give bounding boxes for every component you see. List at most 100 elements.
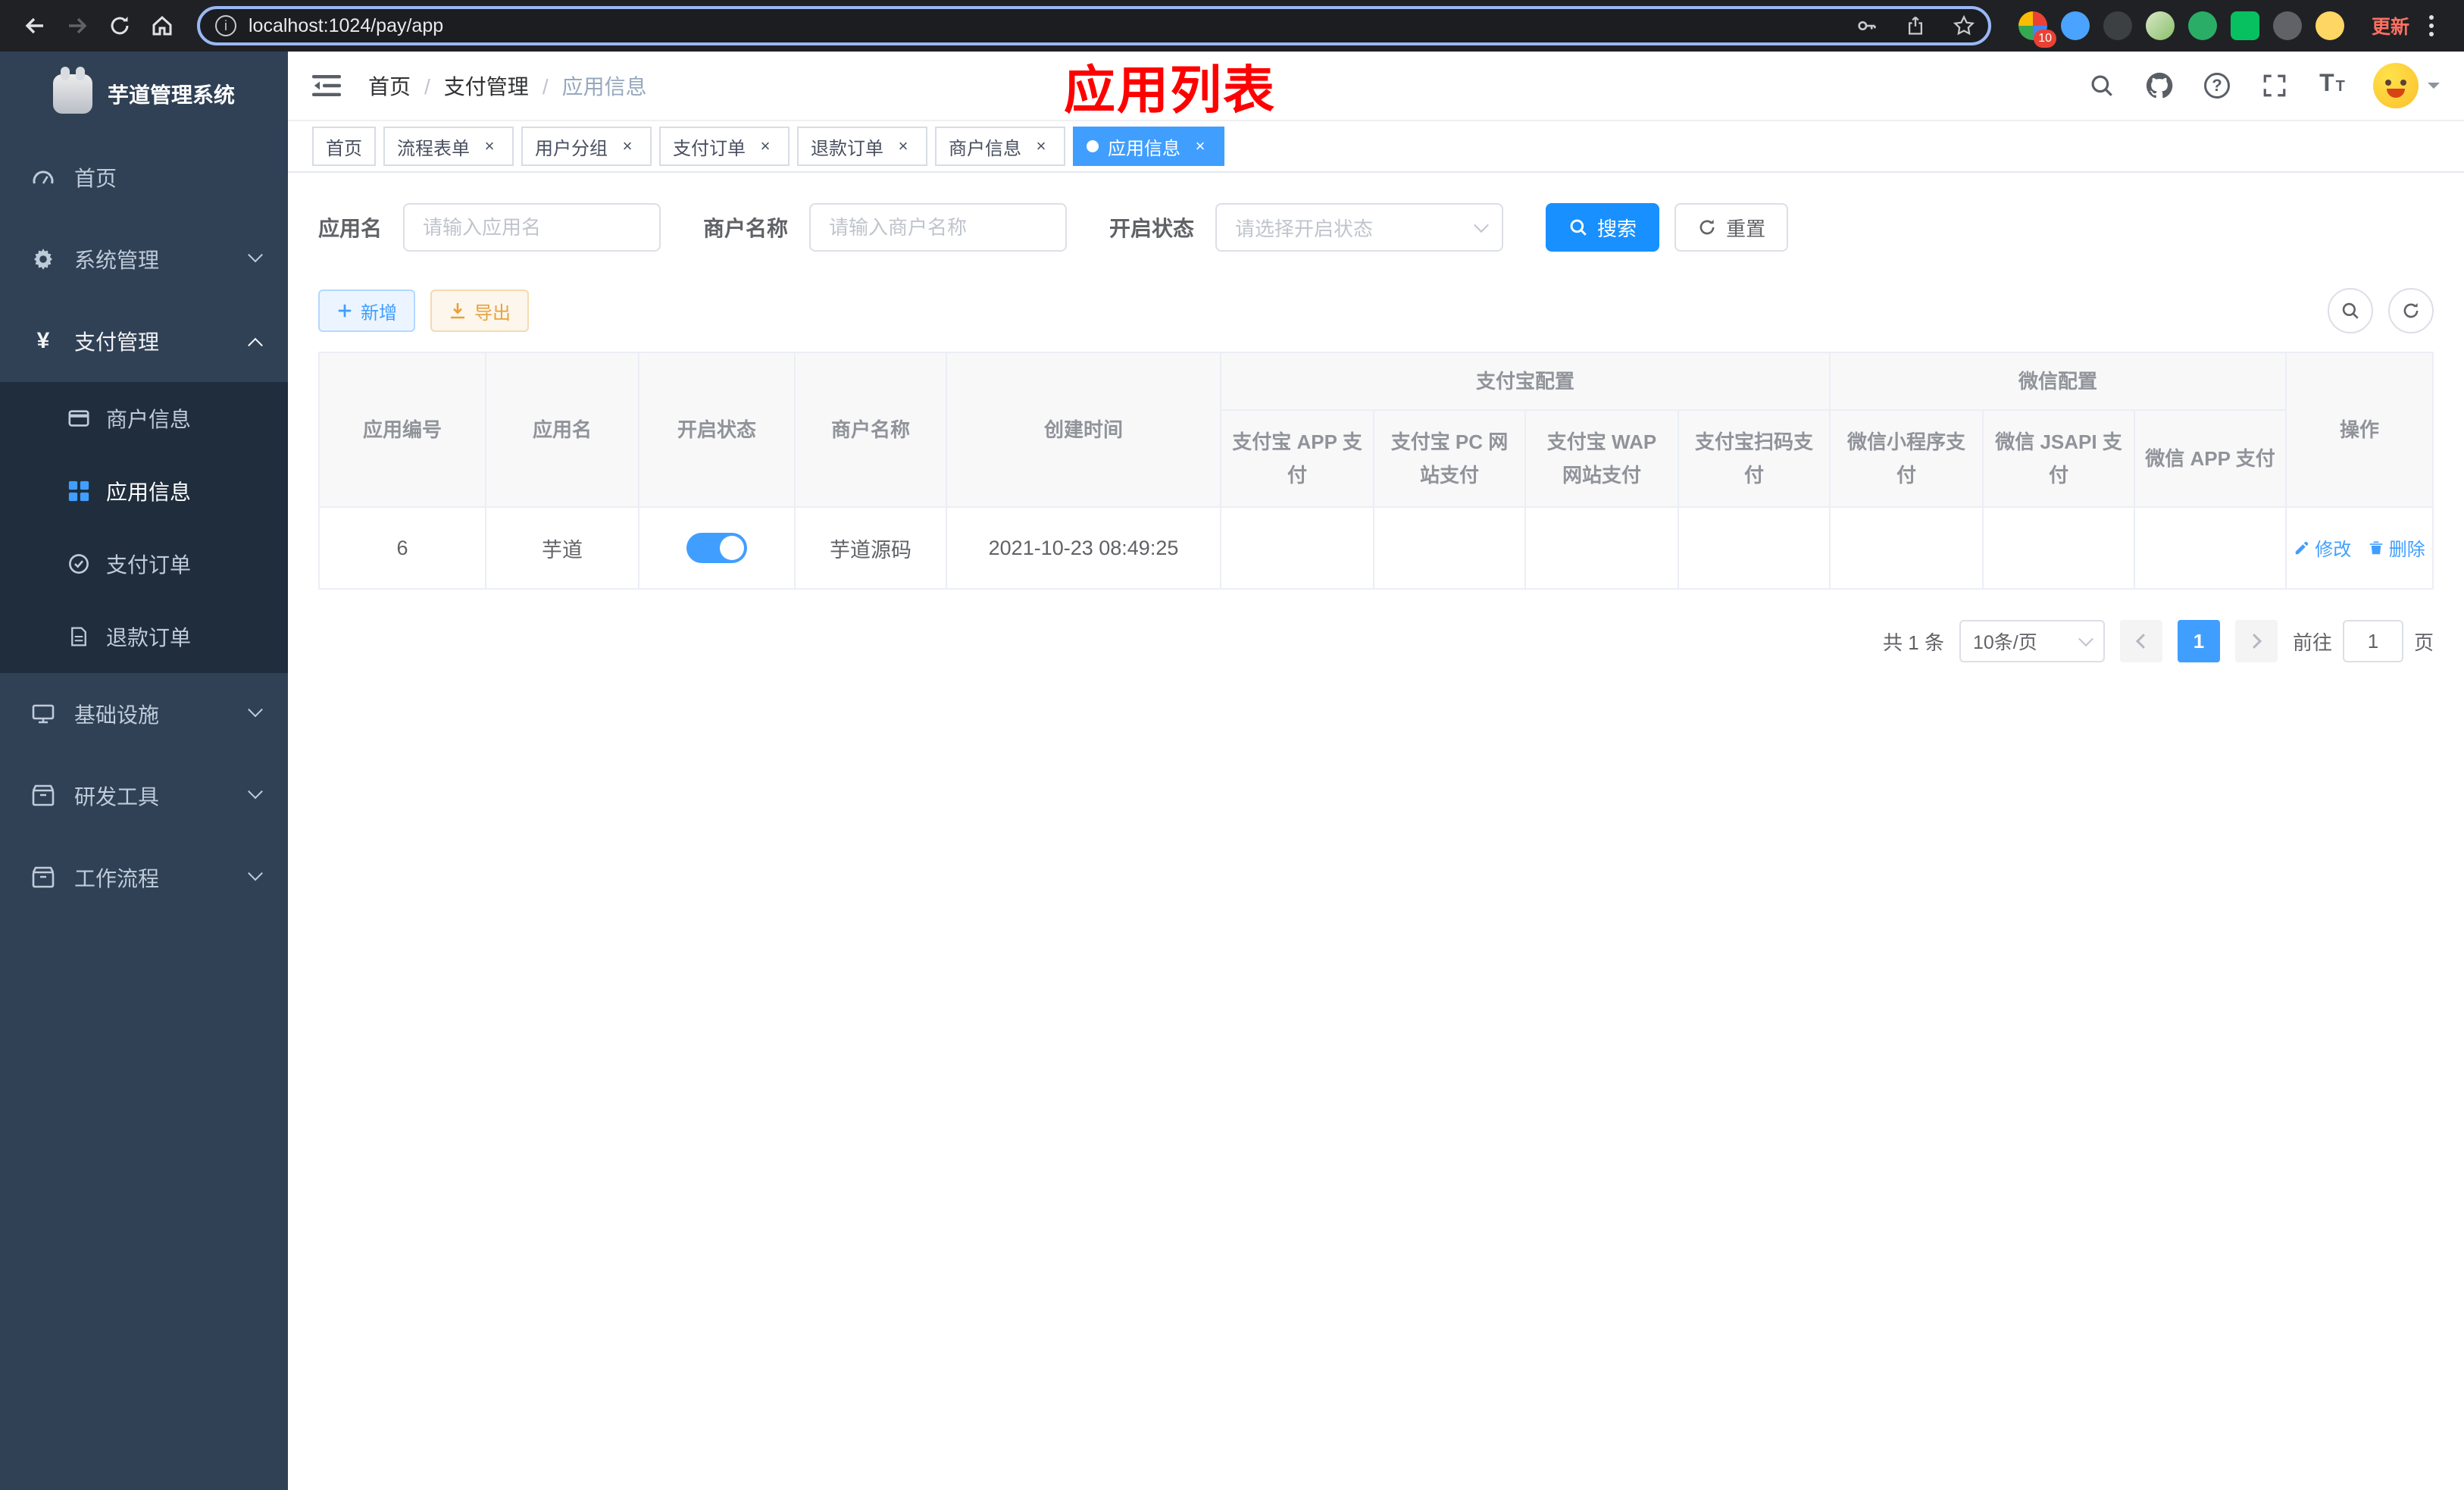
share-icon[interactable] xyxy=(1897,8,1934,44)
app-title: 芋道管理系统 xyxy=(107,83,235,107)
site-info-icon[interactable] xyxy=(215,15,236,36)
collapse-sidebar-icon[interactable] xyxy=(312,74,341,98)
col-group-wechat: 微信配置 xyxy=(1829,352,2287,411)
extension-dark-icon[interactable] xyxy=(2103,11,2132,40)
page-size-select[interactable]: 10条/页 xyxy=(1959,620,2105,662)
extension-drop-icon[interactable] xyxy=(2060,11,2090,40)
sidebar-item-label: 应用信息 xyxy=(106,480,192,504)
forward-icon[interactable] xyxy=(58,6,97,45)
navbar-actions xyxy=(2085,63,2440,108)
search-button[interactable]: 搜索 xyxy=(1546,203,1660,252)
cell-status xyxy=(638,506,796,590)
close-icon[interactable] xyxy=(755,136,776,157)
app-name-label: 应用名 xyxy=(318,217,383,240)
col-app-name: 应用名 xyxy=(485,352,639,508)
tab-home[interactable]: 首页 xyxy=(312,127,376,166)
edit-link[interactable]: 修改 xyxy=(2294,534,2351,561)
refresh-icon[interactable] xyxy=(100,6,139,45)
page-annotation: 应用列表 xyxy=(1063,61,1277,120)
tab-merchant-info[interactable]: 商户信息 xyxy=(935,127,1065,166)
tab-process-form[interactable]: 流程表单 xyxy=(383,127,514,166)
next-page-button[interactable] xyxy=(2234,620,2278,662)
sidebar-item-merchant-info[interactable]: 商户信息 xyxy=(0,382,288,455)
extension-green-icon[interactable] xyxy=(2187,11,2217,40)
sidebar-item-workflow[interactable]: 工作流程 xyxy=(0,837,288,919)
status-select[interactable]: 请选择开启状态 xyxy=(1215,203,1504,252)
sidebar: 芋道管理系统 首页 系统管理 支付管理 xyxy=(0,52,288,1490)
extension-puzzle-icon[interactable]: 10 xyxy=(2018,11,2056,48)
col-app-id: 应用编号 xyxy=(318,352,486,508)
add-button[interactable]: 新增 xyxy=(318,290,415,332)
sidebar-logo[interactable]: 芋道管理系统 xyxy=(0,52,288,136)
tab-refund-order[interactable]: 退款订单 xyxy=(797,127,927,166)
github-icon[interactable] xyxy=(2143,69,2176,102)
sidebar-item-label: 首页 xyxy=(74,167,117,190)
password-key-icon[interactable] xyxy=(1849,8,1885,44)
extension-avatar-icon[interactable] xyxy=(2145,11,2175,40)
sidebar-item-infra[interactable]: 基础设施 xyxy=(0,673,288,755)
goto-page-input[interactable] xyxy=(2342,620,2403,662)
refresh-table-button[interactable] xyxy=(2388,288,2434,333)
reset-button[interactable]: 重置 xyxy=(1674,203,1789,252)
sidebar-item-pay-order[interactable]: 支付订单 xyxy=(0,527,288,600)
extension-puzzle2-icon[interactable] xyxy=(2272,11,2302,40)
merchant-name-input[interactable] xyxy=(809,203,1068,252)
delete-link[interactable]: 删除 xyxy=(2368,534,2425,561)
close-icon[interactable] xyxy=(1190,136,1211,157)
monitor-icon xyxy=(30,701,56,727)
page-number-button[interactable]: 1 xyxy=(2177,620,2220,662)
toolbox-icon xyxy=(30,783,56,809)
close-icon[interactable] xyxy=(617,136,638,157)
export-button[interactable]: 导出 xyxy=(430,290,529,332)
application-window: localhost:1024/pay/app 10 更新 xyxy=(0,0,2464,1490)
sidebar-item-system[interactable]: 系统管理 xyxy=(0,218,288,300)
cell-app-name: 芋道 xyxy=(485,506,639,590)
toggle-search-button[interactable] xyxy=(2328,288,2373,333)
edit-link-label: 修改 xyxy=(2315,540,2352,561)
close-icon[interactable] xyxy=(1030,136,1052,157)
tab-user-group[interactable]: 用户分组 xyxy=(521,127,652,166)
breadcrumb-section[interactable]: 支付管理 xyxy=(444,70,562,101)
app-name-input[interactable] xyxy=(403,203,661,252)
breadcrumb-current: 应用信息 xyxy=(561,75,647,99)
browser-update-button[interactable]: 更新 xyxy=(2359,6,2422,45)
sidebar-item-app-info[interactable]: 应用信息 xyxy=(0,455,288,527)
close-icon[interactable] xyxy=(479,136,500,157)
search-icon[interactable] xyxy=(2085,69,2118,102)
extension-note-icon[interactable] xyxy=(2230,11,2259,40)
address-bar[interactable]: localhost:1024/pay/app xyxy=(197,6,1991,45)
bookmark-star-icon[interactable] xyxy=(1946,8,1982,44)
chevron-down-icon xyxy=(2078,631,2093,647)
sidebar-item-label: 支付管理 xyxy=(74,330,160,354)
col-action: 操作 xyxy=(2285,352,2434,508)
status-label: 开启状态 xyxy=(1109,217,1195,240)
breadcrumb-home[interactable]: 首页 xyxy=(368,70,444,101)
yen-icon xyxy=(30,328,56,354)
user-menu[interactable] xyxy=(2373,63,2440,108)
fullscreen-icon[interactable] xyxy=(2258,69,2291,102)
caret-down-icon xyxy=(2428,83,2440,95)
export-button-label: 导出 xyxy=(474,302,511,324)
tab-app-info[interactable]: 应用信息 xyxy=(1073,127,1224,166)
close-icon[interactable] xyxy=(893,136,914,157)
sidebar-item-label: 研发工具 xyxy=(74,785,160,809)
grid-icon xyxy=(67,479,91,503)
reset-button-label: 重置 xyxy=(1726,217,1766,240)
merchant-name-label: 商户名称 xyxy=(703,217,789,240)
sidebar-item-payment[interactable]: 支付管理 xyxy=(0,300,288,382)
table-toolbar: 新增 导出 xyxy=(318,288,2434,333)
sidebar-item-refund-order[interactable]: 退款订单 xyxy=(0,600,288,673)
tab-pay-order[interactable]: 支付订单 xyxy=(659,127,790,166)
help-icon[interactable] xyxy=(2200,69,2234,102)
tab-label: 支付订单 xyxy=(673,138,746,159)
sidebar-item-home[interactable]: 首页 xyxy=(0,136,288,218)
font-size-icon[interactable] xyxy=(2315,69,2349,102)
prev-page-button[interactable] xyxy=(2119,620,2162,662)
home-icon[interactable] xyxy=(142,6,182,45)
col-alipay-wap: 支付宝 WAP 网站支付 xyxy=(1524,409,1679,508)
sidebar-item-devtools[interactable]: 研发工具 xyxy=(0,755,288,837)
browser-menu-icon[interactable] xyxy=(2428,14,2437,38)
back-icon[interactable] xyxy=(15,6,55,45)
status-toggle[interactable] xyxy=(686,533,747,563)
extension-smiley-icon[interactable] xyxy=(2315,11,2344,40)
